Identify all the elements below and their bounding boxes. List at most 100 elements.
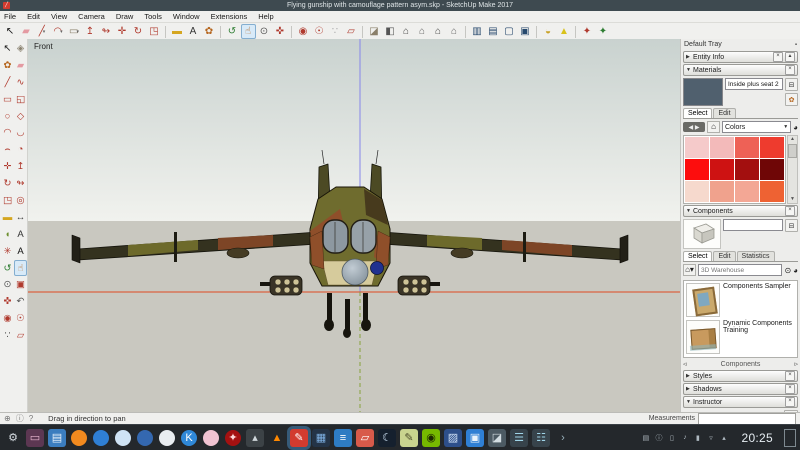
gallery-app[interactable]: ◪ — [488, 428, 506, 447]
axes-tool[interactable]: ✳ — [1, 243, 14, 260]
color-swatch[interactable] — [735, 159, 759, 180]
help-icon[interactable]: ? — [29, 414, 33, 423]
app-store-app[interactable]: ▣ — [466, 428, 484, 447]
menu-item[interactable]: Draw — [116, 12, 134, 21]
zoom-window-tool[interactable]: ▣ — [14, 276, 27, 293]
select-tool-icon[interactable]: ↖ — [3, 24, 18, 39]
file-manager-app[interactable]: ▤ — [48, 428, 66, 447]
rotated-rectangle-tool[interactable]: ◱ — [14, 91, 27, 108]
move-tool[interactable]: ✛ — [1, 158, 14, 175]
color-swatch[interactable] — [710, 159, 734, 180]
dimension-tool[interactable]: ↔ — [14, 209, 27, 226]
nvidia-settings-app[interactable]: ◉ — [422, 428, 440, 447]
photo-textures-icon[interactable]: ✦ — [596, 24, 611, 39]
orbit-tool[interactable]: ↺ — [1, 260, 14, 277]
taskbar-clock[interactable]: 20:25 — [741, 431, 773, 445]
components-tab[interactable]: Statistics — [736, 251, 775, 261]
menu-item[interactable]: Edit — [27, 12, 40, 21]
component-list-item[interactable]: Dynamic Components Training — [686, 320, 795, 354]
section-materials[interactable]: ▼ Materials × — [683, 64, 798, 76]
scale-tool[interactable]: ◳ — [1, 192, 14, 209]
menu-item[interactable]: Help — [258, 12, 273, 21]
material-name-field[interactable] — [725, 78, 783, 90]
xray-style-icon[interactable]: ▥ — [470, 24, 485, 39]
position-camera-icon[interactable]: ◉ — [296, 24, 311, 39]
media-app[interactable] — [203, 429, 219, 446]
wine-app[interactable]: ✦ — [225, 429, 241, 446]
menu-item[interactable]: File — [4, 12, 16, 21]
color-swatch[interactable] — [710, 181, 734, 202]
eraser-tool-icon[interactable]: ▰ — [19, 24, 34, 39]
iso-view-icon[interactable]: ◪ — [367, 24, 382, 39]
component-search-input[interactable] — [698, 264, 783, 276]
secondary-pane-icon[interactable]: ⊟ — [785, 219, 798, 232]
paint-bucket-tool-icon[interactable]: ✿ — [202, 24, 217, 39]
menu-item[interactable]: View — [51, 12, 67, 21]
notes-app[interactable]: ✎ — [400, 428, 418, 447]
top-view-icon[interactable]: ◧ — [383, 24, 398, 39]
text-editor-app[interactable]: ≡ — [334, 428, 352, 447]
material-history-nav[interactable]: ◀ ▶ — [683, 122, 705, 132]
scroll-down-icon[interactable]: ▼ — [790, 196, 795, 203]
color-swatch[interactable] — [760, 181, 784, 202]
make-component-tool[interactable]: ◈ — [14, 40, 27, 57]
night-color-app[interactable]: ☾ — [378, 428, 396, 447]
display-settings-app[interactable]: ☷ — [532, 428, 550, 447]
tray-scroll-up-icon[interactable]: ▲ — [785, 52, 795, 62]
menu-item[interactable]: Window — [173, 12, 200, 21]
k-connect-app[interactable]: K — [181, 429, 197, 446]
model-viewport[interactable]: Front — [28, 39, 680, 412]
tape-measure-tool[interactable]: ▬ — [1, 209, 14, 226]
position-camera-tool[interactable]: ◉ — [1, 310, 14, 327]
materials-tab[interactable]: Select — [683, 108, 713, 118]
left-view-icon[interactable]: ⌂ — [431, 24, 446, 39]
select-tool[interactable]: ↖ — [1, 40, 14, 57]
browser-light-app[interactable] — [115, 429, 131, 446]
zoom-extents-tool[interactable]: ✜ — [1, 293, 14, 310]
in-model-components-icon[interactable]: ⌂▾ — [683, 264, 696, 276]
section-plane-tool[interactable]: ▱ — [14, 327, 27, 344]
move-tool-icon[interactable]: ✛ — [115, 24, 130, 39]
tray-usb-icon[interactable]: ▯ — [667, 434, 676, 442]
materials-tab[interactable]: Edit — [713, 108, 736, 118]
measurements-input[interactable] — [698, 412, 796, 425]
color-swatch[interactable] — [760, 137, 784, 158]
components-details-icon[interactable]: ◕ — [793, 266, 798, 275]
color-swatch[interactable] — [685, 137, 709, 158]
look-around-tool[interactable]: ☉ — [14, 310, 27, 327]
freehand-tool[interactable]: ∿ — [14, 74, 27, 91]
firefox-app[interactable] — [71, 429, 87, 446]
eraser-tool[interactable]: ▰ — [14, 57, 27, 74]
follow-me-tool-icon[interactable]: ↬ — [99, 24, 114, 39]
section-components[interactable]: ▼ Components × — [683, 205, 798, 217]
close-icon[interactable]: × — [785, 206, 795, 216]
viewport-canvas[interactable] — [28, 39, 680, 412]
push-pull-tool[interactable]: ↥ — [14, 158, 27, 175]
close-icon[interactable]: × — [785, 384, 795, 394]
scale-tool-icon[interactable]: ◳ — [147, 24, 162, 39]
components-tab[interactable]: Edit — [713, 251, 736, 261]
wireframe-style-icon[interactable]: ▤ — [486, 24, 501, 39]
materials-scrollbar[interactable]: ▲ ▼ — [787, 135, 798, 204]
photo-manager-app[interactable]: ▨ — [444, 428, 462, 447]
fog-toggle-icon[interactable]: ▲ — [557, 24, 572, 39]
two-point-arc-tool[interactable]: ◡ — [14, 124, 27, 141]
geolocation-icon[interactable]: ⊕ — [4, 414, 11, 423]
tray-network-icon[interactable]: ▿ — [706, 434, 715, 442]
zoom-tool[interactable]: ⊙ — [1, 276, 14, 293]
circle-tool[interactable]: ○ — [1, 108, 14, 125]
color-swatch[interactable] — [760, 159, 784, 180]
image-editor-app[interactable]: ▦ — [312, 428, 330, 447]
text-tool-icon[interactable]: A — [186, 24, 201, 39]
screen-tool-app[interactable]: ▭ — [26, 428, 44, 447]
menu-item[interactable]: Extensions — [211, 12, 248, 21]
offset-tool[interactable]: ◎ — [14, 192, 27, 209]
walk-tool[interactable]: ∵ — [1, 327, 14, 344]
tray-volume-icon[interactable]: ♪ — [680, 434, 689, 441]
tape-measure-tool-icon[interactable]: ▬ — [170, 24, 185, 39]
next-page-icon[interactable]: ▹ — [794, 360, 798, 368]
three-point-arc-tool[interactable]: ⌢ — [1, 141, 14, 158]
polygon-tool[interactable]: ◇ — [14, 108, 27, 125]
component-name-field[interactable] — [723, 219, 783, 231]
rectangle-tool[interactable]: ▭ — [1, 91, 14, 108]
